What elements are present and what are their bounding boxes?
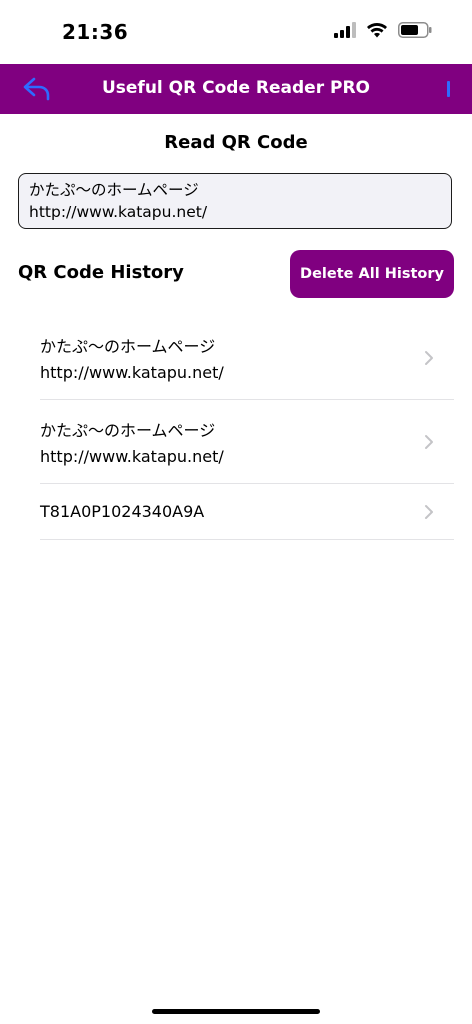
history-item-title: かたぷ〜のホームページ: [40, 337, 216, 356]
delete-all-history-button[interactable]: Delete All History: [290, 250, 454, 298]
history-item[interactable]: かたぷ〜のホームページ http://www.katapu.net/: [40, 400, 454, 484]
history-item[interactable]: かたぷ〜のホームページ http://www.katapu.net/: [40, 316, 454, 400]
chevron-right-icon: [425, 505, 433, 519]
history-item-url: http://www.katapu.net/: [40, 447, 224, 466]
read-qr-title: Read QR Code: [164, 132, 308, 153]
home-indicator[interactable]: [152, 1009, 320, 1014]
qr-result-line1: かたぷ〜のホームページ: [29, 181, 199, 199]
history-title: QR Code History: [18, 262, 184, 283]
chevron-right-icon: [425, 351, 433, 365]
nav-bar: Useful QR Code Reader PRO: [0, 64, 472, 114]
status-bar: 21:36: [0, 0, 472, 64]
status-icons: [334, 22, 432, 38]
history-item-title: T81A0P1024340A9A: [40, 502, 205, 521]
menu-icon[interactable]: [447, 81, 450, 97]
history-item-title: かたぷ〜のホームページ: [40, 421, 216, 440]
nav-title: Useful QR Code Reader PRO: [101, 78, 371, 98]
battery-icon: [398, 22, 432, 38]
history-list: かたぷ〜のホームページ http://www.katapu.net/ かたぷ〜の…: [40, 316, 454, 540]
status-time: 21:36: [62, 20, 129, 44]
history-item-url: http://www.katapu.net/: [40, 363, 224, 382]
chevron-right-icon: [425, 435, 433, 449]
qr-result-field[interactable]: かたぷ〜のホームページ http://www.katapu.net/: [18, 173, 452, 229]
history-item[interactable]: T81A0P1024340A9A: [40, 484, 454, 540]
wifi-icon: [367, 23, 387, 38]
cellular-signal-icon: [334, 22, 356, 38]
qr-result-line2: http://www.katapu.net/: [29, 203, 208, 221]
